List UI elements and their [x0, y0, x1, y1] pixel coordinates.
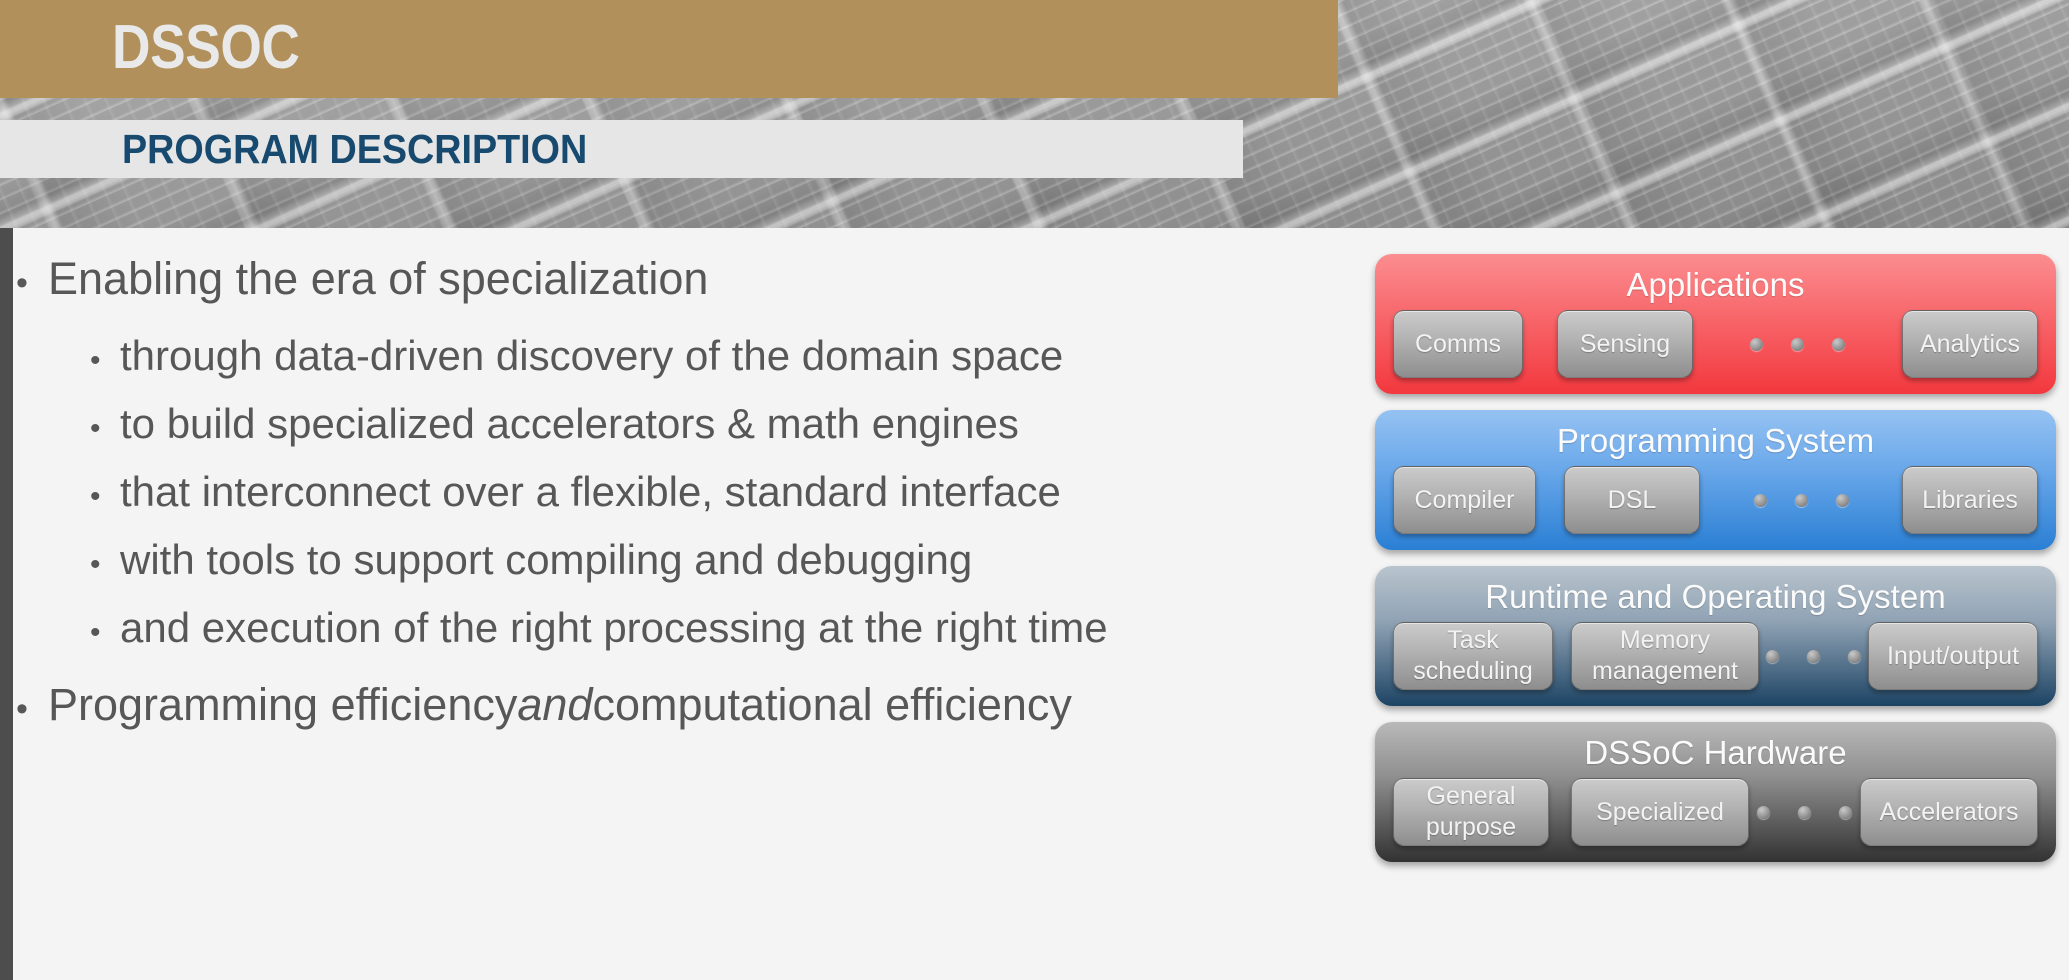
chip-input-output: Input/output	[1868, 622, 2038, 690]
stack-layer-chip-row: Task scheduling Memory management Input/…	[1375, 622, 2056, 706]
ellipsis-dot-icon	[1794, 493, 1808, 507]
list-item-final: • Programming efficiency and computation…	[16, 664, 1346, 750]
ellipsis-dots	[1693, 310, 1902, 378]
ellipsis-dot-icon	[1798, 805, 1811, 819]
ellipsis-dot-icon	[1753, 493, 1767, 507]
list-item-label: Enabling the era of specialization	[48, 253, 709, 304]
chip-comms: Comms	[1393, 310, 1523, 378]
chip-analytics: Analytics	[1902, 310, 2038, 378]
chip-sensing: Sensing	[1557, 310, 1693, 378]
list-item: • to build specialized accelerators & ma…	[16, 392, 1346, 460]
bullet-marker-icon: •	[90, 412, 101, 445]
list-item: • through data-driven discovery of the d…	[16, 324, 1346, 392]
stack-layer-title: Applications	[1626, 266, 1805, 303]
stack-layer-title: Programming System	[1556, 422, 1875, 459]
ellipsis-dot-icon	[1766, 649, 1779, 663]
chip-task-scheduling: Task scheduling	[1393, 622, 1553, 690]
stack-layer-chip-row: Compiler DSL Libraries	[1375, 466, 2056, 550]
list-item: • that interconnect over a flexible, sta…	[16, 460, 1346, 528]
list-item-label-emphasis: and	[517, 679, 593, 730]
chip-memory-management: Memory management	[1571, 622, 1759, 690]
section-title: PROGRAM DESCRIPTION	[122, 126, 588, 172]
ellipsis-dots	[1700, 466, 1902, 534]
list-item: • with tools to support compiling and de…	[16, 528, 1346, 596]
list-item-label: with tools to support compiling and debu…	[120, 536, 973, 583]
slide: DSSOC PROGRAM DESCRIPTION • Enabling the…	[0, 0, 2069, 980]
left-edge-rail	[0, 228, 13, 980]
stack-layer-runtime-and-operating-system: Runtime and Operating System Task schedu…	[1375, 566, 2056, 706]
list-item-label: through data-driven discovery of the dom…	[120, 332, 1064, 379]
list-item: • Enabling the era of specialization	[16, 238, 1346, 324]
stack-layer-chip-row: Comms Sensing Analytics	[1375, 310, 2056, 394]
ellipsis-dot-icon	[1750, 337, 1763, 351]
list-item-label-part2: computational efficiency	[592, 679, 1072, 730]
list-item-label-part1: Programming efficiency	[48, 679, 518, 730]
bullet-list: • Enabling the era of specialization • t…	[16, 238, 1346, 750]
ellipsis-dot-icon	[1839, 805, 1852, 819]
bullet-marker-icon: •	[90, 344, 101, 377]
ellipsis-dots	[1759, 622, 1868, 690]
bullet-marker-icon: •	[90, 548, 101, 581]
chip-compiler: Compiler	[1393, 466, 1536, 534]
bullet-marker-icon: •	[16, 264, 28, 302]
list-item-label: to build specialized accelerators & math…	[120, 400, 1019, 447]
bullet-marker-icon: •	[90, 616, 101, 649]
ellipsis-dot-icon	[1757, 805, 1770, 819]
list-item: • and execution of the right processing …	[16, 596, 1346, 664]
stack-layer-programming-system: Programming System Compiler DSL Librarie…	[1375, 410, 2056, 550]
list-item-label: that interconnect over a flexible, stand…	[120, 468, 1061, 515]
stack-layer-dssoc-hardware: DSSoC Hardware General purpose Specializ…	[1375, 722, 2056, 862]
bullet-marker-icon: •	[16, 690, 28, 728]
page-title: DSSOC	[112, 13, 300, 82]
ellipsis-dots	[1749, 778, 1860, 846]
stack-layer-chip-row: General purpose Specialized Accelerators	[1375, 778, 2056, 862]
stack-layer-applications: Applications Comms Sensing Analytics	[1375, 254, 2056, 394]
chip-general-purpose: General purpose	[1393, 778, 1549, 846]
chip-libraries: Libraries	[1902, 466, 2038, 534]
ellipsis-dot-icon	[1848, 649, 1861, 663]
list-item-label: and execution of the right processing at…	[120, 604, 1108, 651]
stack-layer-title: DSSoC Hardware	[1584, 734, 1847, 771]
ellipsis-dot-icon	[1807, 649, 1820, 663]
chip-specialized: Specialized	[1571, 778, 1749, 846]
ellipsis-dot-icon	[1791, 337, 1804, 351]
bullet-marker-icon: •	[90, 480, 101, 513]
chip-dsl: DSL	[1564, 466, 1700, 534]
ellipsis-dot-icon	[1835, 493, 1849, 507]
chip-accelerators: Accelerators	[1860, 778, 2038, 846]
stack-layer-title: Runtime and Operating System	[1485, 578, 1946, 615]
ellipsis-dot-icon	[1832, 337, 1845, 351]
dssoc-stack-diagram: Applications Comms Sensing Analytics Pro…	[1375, 254, 2056, 878]
